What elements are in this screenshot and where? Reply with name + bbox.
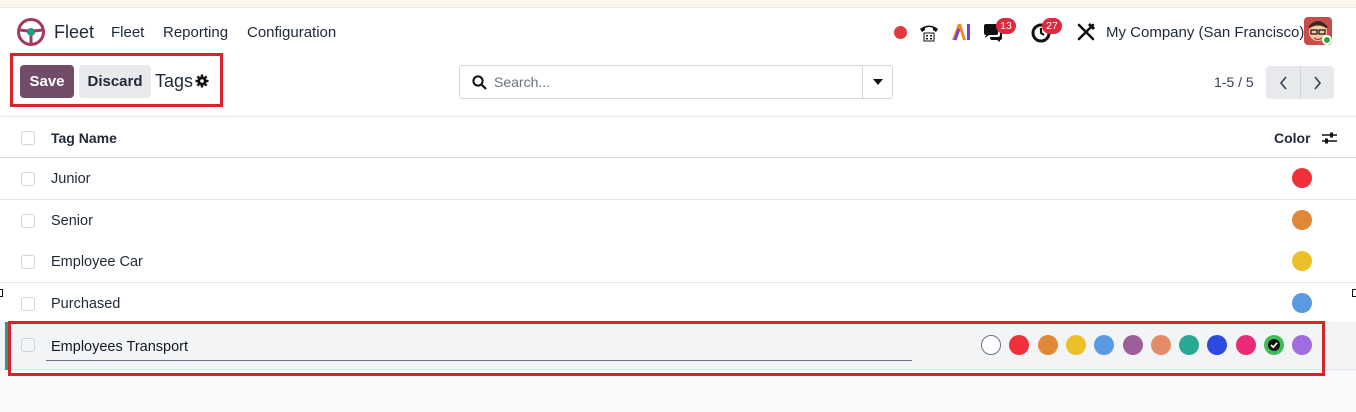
save-button[interactable]: Save (20, 65, 74, 98)
table-row[interactable]: Employee Car (0, 241, 1356, 283)
discuss-badge: 13 (996, 18, 1016, 34)
search-input[interactable] (494, 72, 854, 92)
search-options-toggle[interactable] (862, 66, 892, 98)
company-switcher[interactable]: My Company (San Francisco) (1106, 24, 1304, 41)
row-checkbox[interactable] (21, 297, 35, 311)
tag-color-cell (1292, 251, 1312, 271)
tag-name-cell: Senior (51, 213, 93, 229)
ai-icon[interactable] (950, 21, 972, 43)
online-status-icon (1322, 35, 1332, 45)
search-icon[interactable] (472, 75, 487, 90)
discard-button[interactable]: Discard (79, 65, 151, 98)
table-row[interactable]: Senior (0, 200, 1356, 242)
pager-next-button[interactable] (1300, 66, 1334, 99)
column-color[interactable]: Color (1274, 130, 1311, 146)
fleet-app-icon[interactable] (17, 18, 45, 46)
pager-value[interactable]: 1-5 / 5 (1214, 74, 1254, 90)
chevron-left-icon (1279, 75, 1287, 90)
chevron-right-icon (1314, 75, 1322, 90)
tag-name-cell: Purchased (51, 296, 121, 312)
caret-down-icon (872, 79, 883, 85)
table-header: Tag Name Color (0, 116, 1356, 158)
edge-handle-left (0, 289, 3, 297)
control-panel: Save Discard Tags 1-5 / 5 (0, 53, 1356, 115)
highlight-box-new-row (8, 321, 1325, 376)
edge-handle-right (1352, 289, 1356, 297)
top-strip (0, 0, 1356, 8)
tag-name-cell: Employee Car (51, 254, 143, 270)
row-checkbox[interactable] (21, 172, 35, 186)
menu-fleet[interactable]: Fleet (111, 24, 144, 41)
column-tag-name[interactable]: Tag Name (51, 130, 117, 146)
row-checkbox[interactable] (21, 214, 35, 228)
row-checkbox[interactable] (21, 255, 35, 269)
select-all-checkbox[interactable] (21, 131, 35, 145)
tag-name-cell: Junior (51, 171, 91, 187)
app-name[interactable]: Fleet (54, 22, 94, 43)
menu-reporting[interactable]: Reporting (163, 24, 228, 41)
debug-tools-icon[interactable] (1076, 22, 1096, 42)
recording-indicator-icon[interactable] (894, 26, 907, 39)
page-title: Tags (155, 71, 194, 91)
gear-icon[interactable] (195, 74, 209, 88)
menu-configuration[interactable]: Configuration (247, 24, 336, 41)
tag-color-cell (1292, 293, 1312, 313)
optional-columns-icon[interactable] (1322, 131, 1337, 145)
search-bar (459, 65, 893, 99)
activity-badge: 27 (1042, 18, 1062, 34)
tag-color-cell (1292, 168, 1312, 188)
tag-color-cell (1292, 210, 1312, 230)
top-navbar: Fleet Fleet Reporting Configuration 13 2… (0, 8, 1356, 57)
phone-icon[interactable] (918, 21, 940, 43)
table-row[interactable]: Purchased (0, 283, 1356, 325)
table-row[interactable]: Junior (0, 158, 1356, 200)
pager-previous-button[interactable] (1266, 66, 1300, 99)
